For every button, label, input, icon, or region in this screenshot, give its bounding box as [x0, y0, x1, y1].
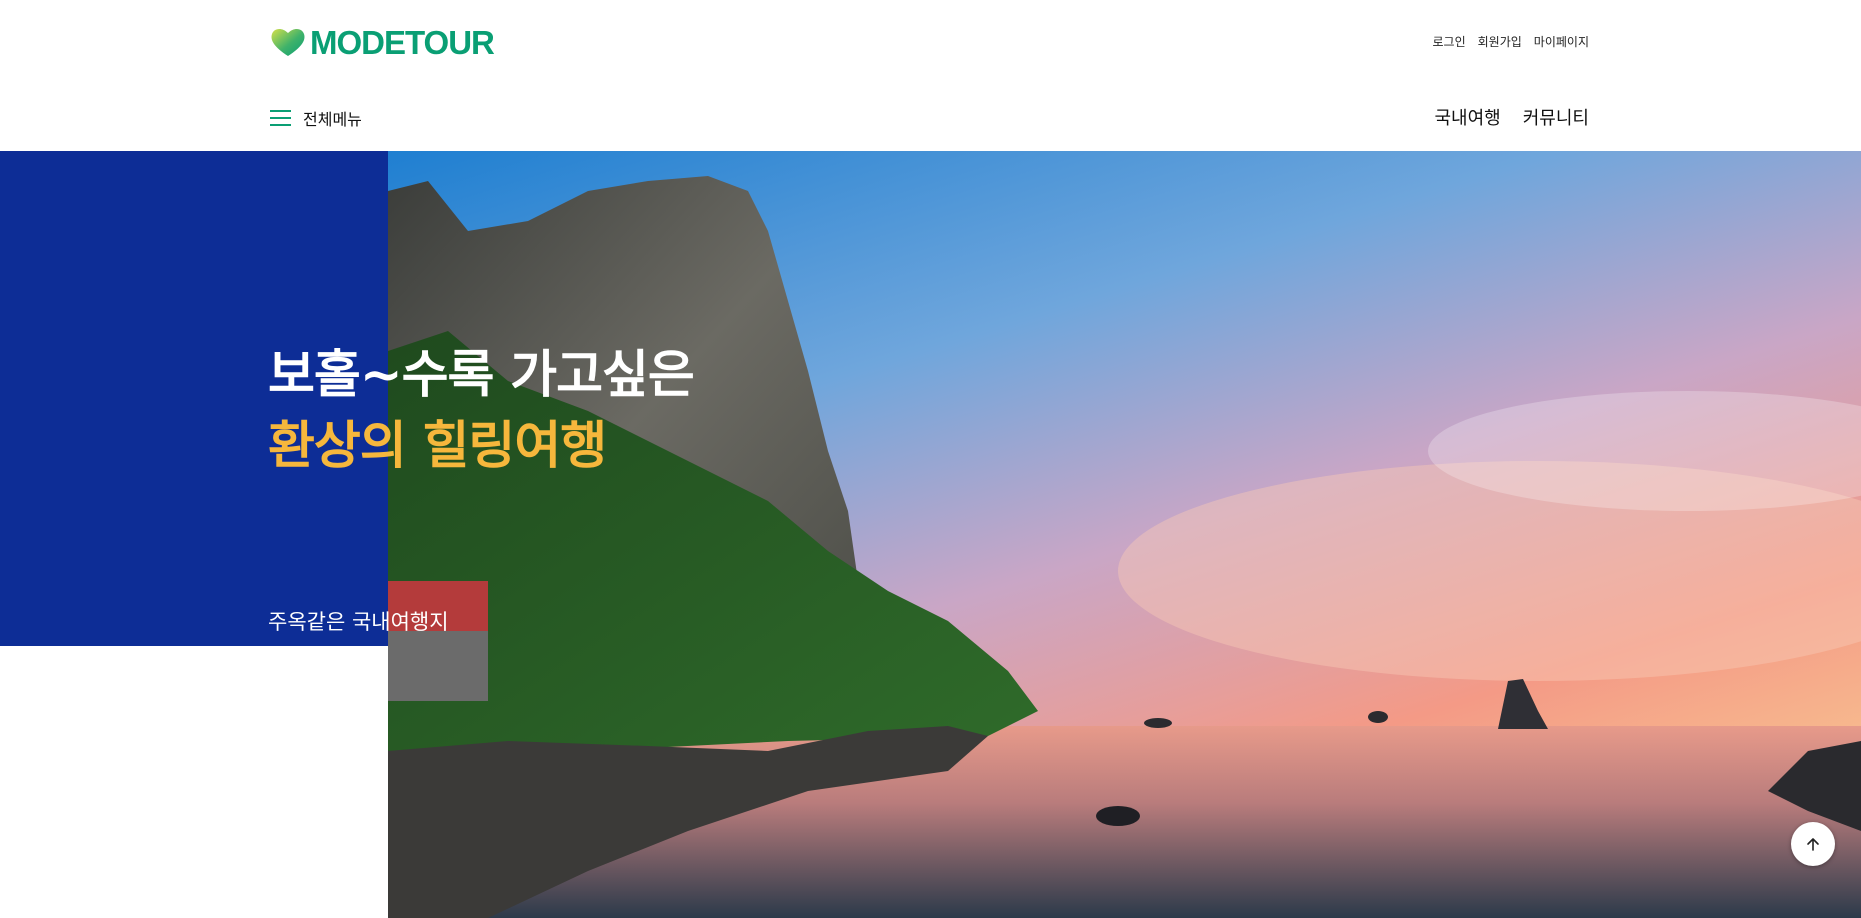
login-link[interactable]: 로그인 — [1433, 33, 1466, 50]
hamburger-icon — [270, 110, 291, 126]
mypage-link[interactable]: 마이페이지 — [1534, 33, 1589, 50]
all-menu-button[interactable]: 전체메뉴 — [270, 106, 362, 130]
hero-banner: 보홀~수록 가고싶은 환상의 힐링여행 주옥같은 국내여행지 — [0, 151, 1861, 918]
nav-domestic-travel[interactable]: 국내여행 — [1435, 104, 1501, 130]
hero-photo — [388, 151, 1861, 918]
arrow-up-icon — [1807, 838, 1819, 851]
site-header: MODETOUR 로그인 회원가입 마이페이지 전체메뉴 국내여행 커뮤니티 — [0, 0, 1861, 151]
scroll-top-button[interactable] — [1791, 822, 1835, 866]
all-menu-label: 전체메뉴 — [303, 110, 362, 129]
logo-text: MODETOUR — [310, 23, 495, 61]
hero-subline: 주옥같은 국내여행지 — [268, 610, 449, 634]
main-nav: 국내여행 커뮤니티 — [1435, 104, 1590, 130]
signup-link[interactable]: 회원가입 — [1478, 33, 1522, 50]
heart-logo-icon — [271, 28, 305, 56]
nav-community[interactable]: 커뮤니티 — [1523, 104, 1589, 130]
utility-nav: 로그인 회원가입 마이페이지 — [1433, 33, 1590, 50]
hero-headline-line1: 보홀~수록 가고싶은 — [268, 346, 695, 405]
hero-headline-line2: 환상의 힐링여행 — [268, 417, 607, 476]
hero-white-panel — [0, 646, 388, 918]
site-logo[interactable]: MODETOUR — [270, 23, 495, 61]
